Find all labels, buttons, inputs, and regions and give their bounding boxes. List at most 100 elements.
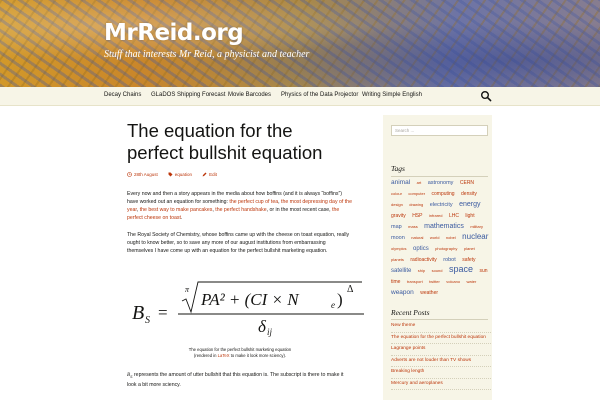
- recent-post-link[interactable]: Adverts are not louder than TV shows: [391, 356, 491, 367]
- tag-link[interactable]: astronomy: [428, 180, 454, 186]
- tag-link[interactable]: water: [467, 279, 477, 284]
- tag-link[interactable]: weather: [420, 290, 438, 296]
- tag-link[interactable]: mass: [408, 224, 418, 229]
- eq-root-index: π: [185, 285, 190, 294]
- post-meta: 28th August equation Edit: [127, 172, 353, 177]
- recent-posts-title: Recent Posts: [391, 308, 430, 317]
- site-title[interactable]: MrReid.org: [104, 20, 244, 46]
- post-paragraph-2: The Royal Society of Chemistry, whose bo…: [127, 232, 350, 254]
- tag-link[interactable]: time: [391, 279, 400, 285]
- tag-link[interactable]: art: [417, 180, 422, 185]
- tag-link[interactable]: energy: [459, 201, 480, 208]
- tag-link[interactable]: satellite: [391, 268, 411, 274]
- eq-lhs: B: [132, 302, 144, 324]
- tag-link[interactable]: mathematics: [424, 223, 464, 230]
- post-edit-label: Edit: [209, 172, 217, 177]
- tag-link[interactable]: planets: [391, 257, 404, 262]
- para1-end: .: [180, 215, 183, 221]
- tag-link[interactable]: HSP: [412, 213, 422, 219]
- tag-link[interactable]: optics: [413, 246, 429, 252]
- tag-link[interactable]: radioactivity: [410, 257, 436, 263]
- nav-item-glados[interactable]: GLaDOS Shipping Forecast: [151, 92, 225, 98]
- tag-link[interactable]: electricity: [430, 202, 453, 208]
- post-title[interactable]: The equation for the perfect bullshit eq…: [127, 120, 353, 164]
- recent-post-link[interactable]: Mercury and aeroplanes: [391, 379, 491, 390]
- post-date-label: 28th August: [134, 172, 158, 177]
- tag-link[interactable]: gravity: [391, 213, 406, 219]
- eq-equals: =: [158, 303, 168, 322]
- tag-link[interactable]: natural: [411, 235, 423, 240]
- tag-link[interactable]: photography: [435, 246, 457, 251]
- tag-link[interactable]: robot: [443, 257, 456, 263]
- post-paragraph-1: Every now and then a story appears in th…: [127, 190, 353, 222]
- eq-numerator: PA² + (CI × N: [200, 290, 300, 309]
- tag-link[interactable]: colour: [391, 191, 402, 196]
- para3-text: represents the amount of utter bullshit …: [127, 372, 344, 389]
- tag-link[interactable]: drawing: [409, 202, 423, 207]
- post-edit[interactable]: Edit: [202, 172, 217, 177]
- tag-link[interactable]: planet: [464, 246, 475, 251]
- recent-post-link[interactable]: The equation for the perfect bullshit eq…: [391, 333, 491, 344]
- tag-link[interactable]: twitter: [429, 279, 440, 284]
- tag-link[interactable]: transport: [407, 279, 423, 284]
- recent-post-link[interactable]: New theme: [391, 321, 491, 333]
- tag-link[interactable]: computer: [408, 191, 425, 196]
- eq-exponent: Δ: [347, 284, 354, 295]
- site-tagline: Stuff that interests Mr Reid, a physicis…: [104, 49, 310, 60]
- eq-denominator-sub: ij: [267, 327, 273, 337]
- tag-link[interactable]: light: [465, 213, 474, 219]
- clock-icon: [127, 172, 132, 177]
- link-handshake[interactable]: the perfect handshake: [215, 207, 266, 213]
- tag-link[interactable]: world: [430, 235, 440, 240]
- tag-link[interactable]: weapon: [391, 289, 414, 296]
- tag-icon: [168, 172, 173, 177]
- caption-pre: (rendered in: [193, 353, 218, 358]
- post-date[interactable]: 28th August: [127, 172, 158, 177]
- tag-link[interactable]: CERN: [460, 180, 474, 186]
- post-tag[interactable]: equation: [168, 172, 192, 177]
- eq-denominator: δ: [258, 317, 267, 336]
- tag-link[interactable]: sound: [432, 268, 443, 273]
- eq-lhs-sub: S: [145, 315, 150, 326]
- recent-post-link[interactable]: Breaking length: [391, 367, 491, 379]
- eq-numerator-close: ): [337, 290, 343, 309]
- tag-link[interactable]: animal: [391, 179, 410, 186]
- nav-item-movie-barcodes[interactable]: Movie Barcodes: [228, 92, 271, 98]
- tag-link[interactable]: safety: [462, 257, 475, 263]
- tag-link[interactable]: map: [391, 224, 402, 230]
- pencil-icon: [202, 172, 207, 177]
- widget-divider: [391, 319, 488, 320]
- recent-post-link[interactable]: Lagrange points: [391, 344, 491, 356]
- tag-link[interactable]: ship: [418, 268, 425, 273]
- caption-line-2: (rendered in LaTeX to make it look more …: [170, 353, 310, 359]
- search-icon[interactable]: [480, 90, 492, 102]
- tag-link[interactable]: infrared: [429, 213, 443, 218]
- nav-item-simple-english[interactable]: Writing Simple English: [362, 92, 422, 98]
- caption-post: to make it look more sciency).: [229, 353, 287, 358]
- tag-link[interactable]: volcano: [446, 279, 460, 284]
- equation-caption: The equation for the perfect bullshit ma…: [170, 347, 310, 359]
- tag-link[interactable]: nobel: [446, 235, 456, 240]
- nav-item-data-projector[interactable]: Physics of the Data Projector: [281, 92, 358, 98]
- tag-link[interactable]: LHC: [449, 213, 459, 219]
- tag-link[interactable]: computing: [432, 191, 455, 197]
- tags-widget-title: Tags: [391, 164, 405, 173]
- tag-link[interactable]: density: [461, 191, 477, 197]
- article: The equation for the perfect bullshit eq…: [127, 120, 353, 255]
- tag-link[interactable]: olympics: [391, 246, 407, 251]
- post-tag-label: equation: [174, 172, 193, 177]
- post-paragraph-3: BS represents the amount of utter bullsh…: [127, 371, 353, 389]
- tag-link[interactable]: space: [449, 264, 473, 274]
- tag-link[interactable]: sun: [479, 268, 487, 274]
- link-cup-of-tea[interactable]: the perfect cup of tea: [229, 199, 278, 205]
- tag-link[interactable]: design: [391, 202, 403, 207]
- tag-link[interactable]: military: [470, 224, 483, 229]
- tag-link[interactable]: moon: [391, 235, 405, 241]
- sidebar-search-input[interactable]: Search ...: [391, 125, 488, 136]
- equation-image: B S = π PA² + (CI × N e ) Δ δ ij: [132, 281, 364, 337]
- link-pancakes[interactable]: the best way to make pancakes: [140, 207, 213, 213]
- para1-sep: , or in the most recent case,: [266, 207, 333, 213]
- tag-cloud: animal art astronomy CERN colour compute…: [391, 176, 491, 297]
- tag-link[interactable]: nuclear: [462, 232, 488, 241]
- nav-item-decay-chains[interactable]: Decay Chains: [104, 92, 141, 98]
